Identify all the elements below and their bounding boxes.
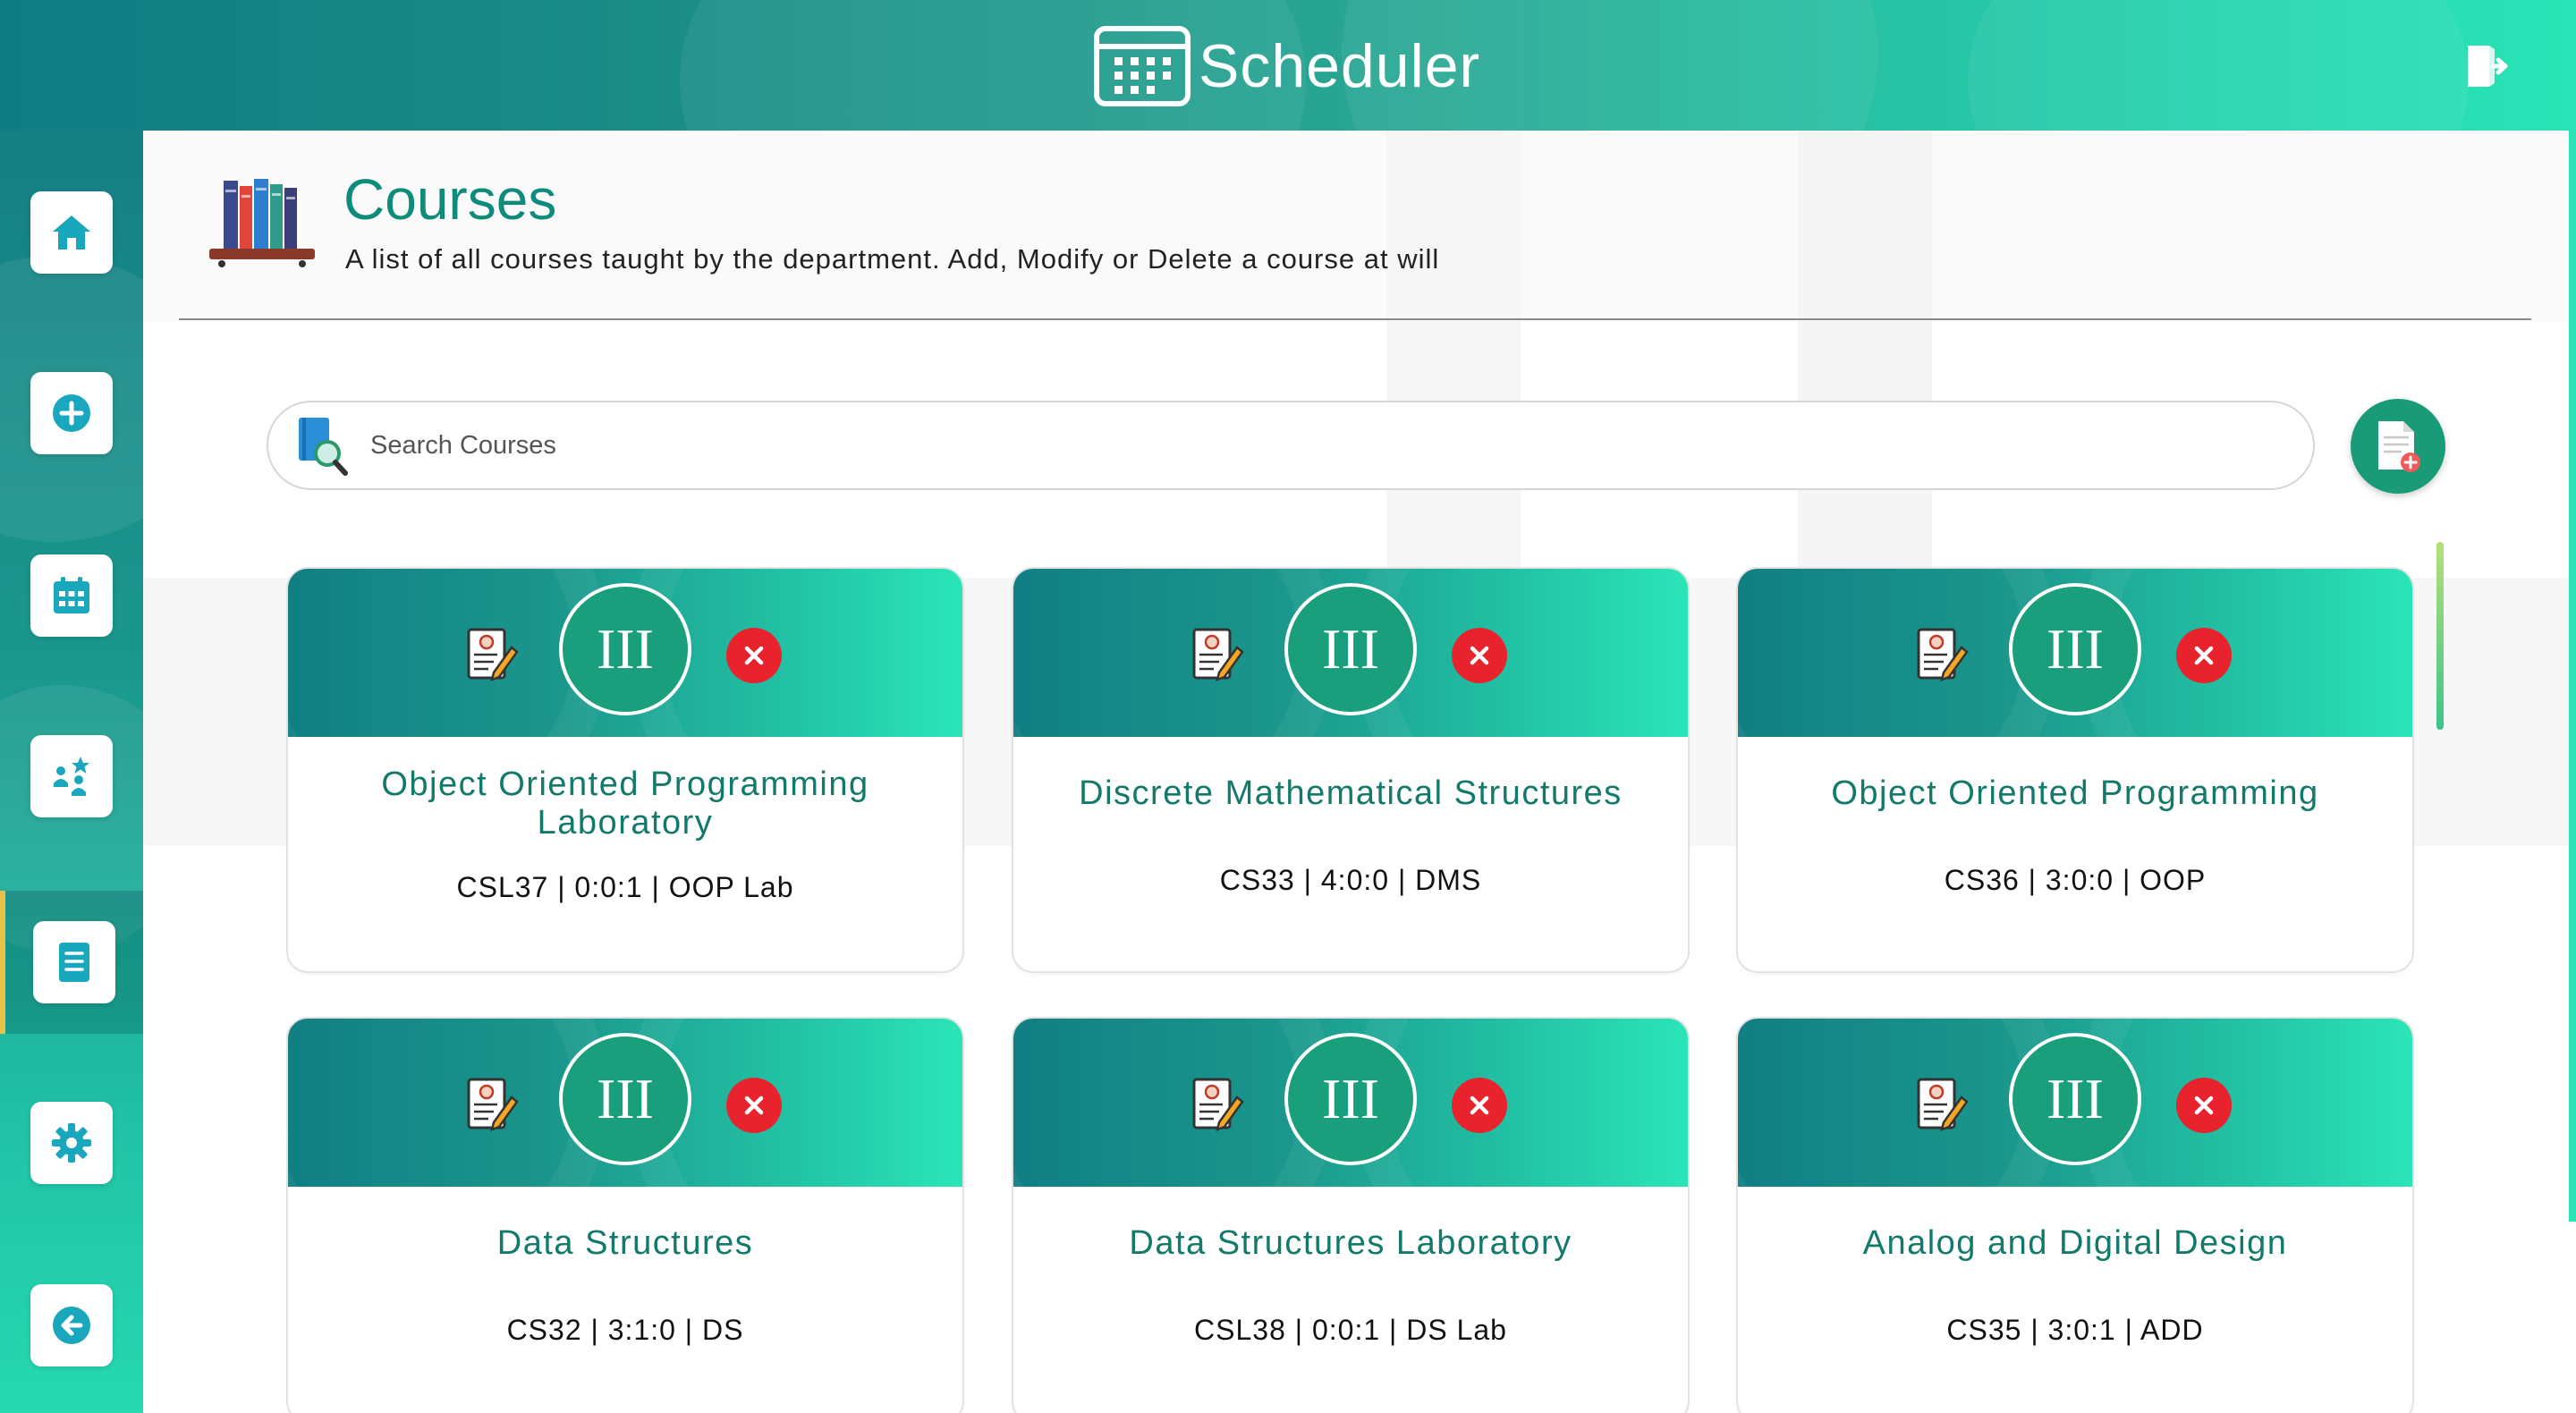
close-icon [744, 1096, 764, 1115]
sidebar-item-calendar[interactable] [0, 524, 143, 667]
edit-icon[interactable] [1913, 626, 1970, 683]
semester-badge: III [1284, 1033, 1417, 1165]
course-name: Discrete Mathematical Structures [1079, 774, 1623, 812]
edit-icon[interactable] [1189, 1076, 1246, 1133]
close-icon [744, 646, 764, 665]
search-input[interactable] [370, 430, 2159, 461]
course-meta: CS35 | 3:0:1 | ADD [1946, 1314, 2204, 1346]
sidebar-button [30, 372, 113, 454]
course-meta: CS32 | 3:1:0 | DS [506, 1314, 744, 1346]
delete-icon[interactable] [726, 1078, 782, 1133]
course-name: Object Oriented Programming Laboratory [381, 766, 869, 842]
sidebar-button [33, 921, 115, 1003]
window-edge [2569, 131, 2576, 1222]
people-star-icon [54, 757, 89, 796]
course-card-header: III [288, 1019, 962, 1187]
course-name: Data Structures Laboratory [1129, 1224, 1572, 1262]
header-divider [179, 318, 2531, 320]
delete-icon[interactable] [1452, 628, 1507, 683]
sidebar-button [30, 1284, 113, 1366]
sidebar-button [30, 191, 113, 274]
course-meta: CS36 | 3:0:0 | OOP [1944, 864, 2207, 896]
home-icon [53, 216, 90, 250]
course-name: Analog and Digital Design [1862, 1224, 2288, 1262]
course-card[interactable]: III Data Structures Laboratory CSL38 | 0… [1013, 1019, 1688, 1413]
book-search-icon [299, 418, 348, 476]
decor-blob [1968, 0, 2469, 131]
close-icon [2194, 646, 2214, 665]
calendar-grid-icon [1094, 26, 1191, 106]
sidebar-item-add[interactable] [0, 342, 143, 485]
sidebar-item-home[interactable] [0, 161, 143, 304]
sidebar-item-courses[interactable] [0, 891, 143, 1034]
sidebar [0, 131, 143, 1413]
logout-button[interactable] [2462, 41, 2512, 91]
delete-icon[interactable] [1452, 1078, 1507, 1133]
close-icon [1470, 1096, 1489, 1115]
semester-badge: III [2009, 583, 2141, 715]
page-title: Courses [343, 167, 557, 232]
plus-circle-icon [53, 394, 90, 432]
delete-icon[interactable] [2176, 1078, 2232, 1133]
close-icon [2194, 1096, 2214, 1115]
course-card[interactable]: III Object Oriented Programming Laborato… [288, 569, 962, 971]
scroll-indicator[interactable] [2436, 542, 2444, 730]
sidebar-button [30, 554, 113, 637]
course-card-header: III [1013, 569, 1688, 737]
edit-icon[interactable] [1913, 1076, 1970, 1133]
back-arrow-icon [53, 1307, 90, 1344]
course-name: Object Oriented Programming [1831, 774, 2319, 812]
sidebar-button [30, 735, 113, 817]
course-card[interactable]: III Data Structures CS32 | 3:1:0 | DS [288, 1019, 962, 1413]
sidebar-item-faculty[interactable] [0, 705, 143, 848]
calendar-icon [54, 577, 89, 613]
gear-icon [52, 1123, 91, 1163]
app-root: Scheduler Courses A list of all courses … [0, 0, 2576, 1413]
logout-door-icon [2468, 46, 2508, 87]
course-card-header: III [1738, 1019, 2412, 1187]
main-content: Courses A list of all courses taught by … [143, 131, 2576, 1413]
course-card[interactable]: III Analog and Digital Design CS35 | 3:0… [1738, 1019, 2412, 1413]
edit-icon[interactable] [1189, 626, 1246, 683]
close-icon [1470, 646, 1489, 665]
edit-icon[interactable] [463, 626, 521, 683]
course-meta: CSL38 | 0:0:1 | DS Lab [1194, 1314, 1507, 1346]
brand: Scheduler [1093, 23, 1480, 109]
top-bar: Scheduler [0, 0, 2576, 131]
bookshelf-icon [209, 179, 315, 267]
course-card-header: III [288, 569, 962, 737]
delete-icon[interactable] [726, 628, 782, 683]
semester-badge: III [1284, 583, 1417, 715]
notebook-icon [59, 943, 89, 982]
course-card-header: III [1013, 1019, 1688, 1187]
course-meta: CS33 | 4:0:0 | DMS [1219, 864, 1482, 896]
delete-icon[interactable] [2176, 628, 2232, 683]
semester-badge: III [2009, 1033, 2141, 1165]
edit-icon[interactable] [463, 1076, 521, 1133]
app-title: Scheduler [1199, 32, 1481, 100]
semester-badge: III [559, 1033, 691, 1165]
sidebar-button [30, 1102, 113, 1184]
page-subtitle: A list of all courses taught by the depa… [345, 243, 1440, 275]
add-document-icon [2378, 421, 2420, 472]
search-bar[interactable] [267, 401, 2315, 490]
course-card[interactable]: III Object Oriented Programming CS36 | 3… [1738, 569, 2412, 971]
course-meta: CSL37 | 0:0:1 | OOP Lab [456, 871, 794, 903]
sidebar-item-back[interactable] [0, 1254, 143, 1397]
sidebar-item-settings[interactable] [0, 1071, 143, 1214]
course-name: Data Structures [496, 1224, 754, 1262]
add-course-button[interactable] [2351, 399, 2445, 494]
course-card-header: III [1738, 569, 2412, 737]
semester-badge: III [559, 583, 691, 715]
course-card[interactable]: III Discrete Mathematical Structures CS3… [1013, 569, 1688, 971]
